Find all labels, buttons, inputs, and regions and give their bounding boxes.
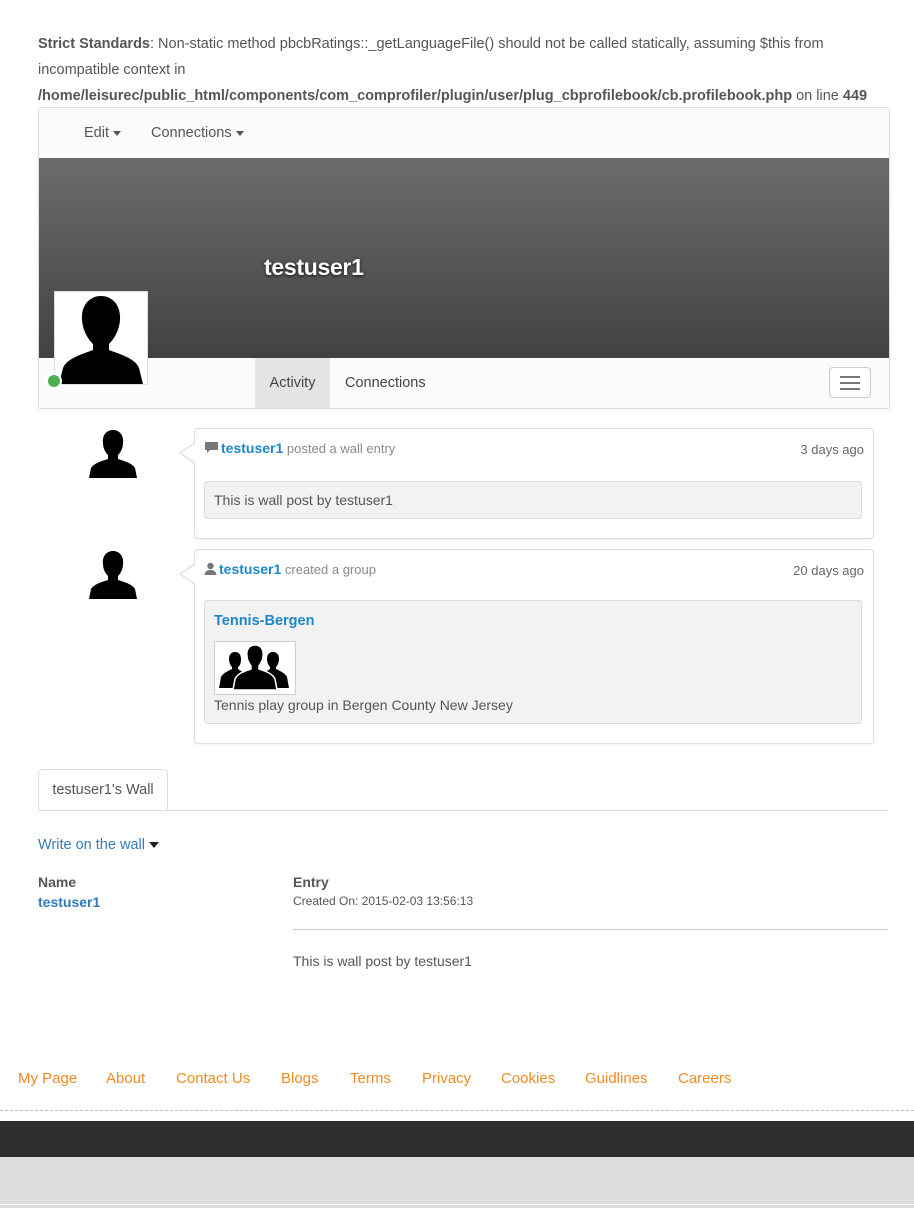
activity-time: 3 days ago [800,442,864,457]
footer-grey-bar [0,1157,914,1208]
footer-link-about[interactable]: About [106,1070,145,1087]
footer-link-careers[interactable]: Careers [678,1070,731,1087]
profile-header: Edit Connections testuser1 Activity Conn… [38,107,890,409]
comment-icon [205,442,218,453]
entry-divider [293,929,888,930]
footer-link-contact-us[interactable]: Contact Us [176,1070,250,1087]
footer-link-cookies[interactable]: Cookies [501,1070,555,1087]
group-preview: Tennis-Bergen Tennis play group in Berge… [204,600,862,724]
tab-activity[interactable]: Activity [255,358,330,408]
activity-card: testuser1 created a group 20 days ago Te… [179,549,874,744]
profile-tab-bar: Activity Connections [39,358,889,408]
footer-link-privacy[interactable]: Privacy [422,1070,471,1087]
wall-post-preview: This is wall post by testuser1 [204,481,862,519]
group-thumbnail[interactable] [214,641,296,695]
user-silhouette-icon [59,296,143,384]
footer-link-blogs[interactable]: Blogs [281,1070,319,1087]
footer-link-my-page[interactable]: My Page [18,1070,77,1087]
profile-avatar[interactable] [54,291,148,385]
user-silhouette-icon [89,430,137,478]
caret-down-icon [113,130,121,136]
wall-entry-created-date: Created On: 2015-02-03 13:56:13 [293,894,474,908]
activity-avatar[interactable] [86,428,140,478]
warning-line-number: 449 [842,88,868,104]
write-on-wall-label: Write on the wall [38,837,145,853]
cover-photo: testuser1 [39,158,889,358]
wall-entry-text: This is wall post by testuser1 [293,953,472,969]
write-on-wall-button[interactable]: Write on the wall [38,837,159,853]
footer-divider [0,1110,914,1111]
profile-top-nav: Edit Connections [39,108,889,158]
menu-toggle-button[interactable] [829,367,871,398]
warning-label: Strict Standards [38,36,150,52]
php-warning: Strict Standards: Non-static method pbcb… [38,31,878,109]
connections-menu-label: Connections [151,125,232,141]
activity-action: posted a wall entry [286,441,396,456]
wall-entry-author-link[interactable]: testuser1 [38,894,100,910]
footer-link-terms[interactable]: Terms [350,1070,391,1087]
online-status-icon [46,373,62,389]
group-name-link[interactable]: Tennis-Bergen [214,613,314,629]
user-icon [204,562,217,575]
profile-username: testuser1 [264,254,364,280]
tab-wall[interactable]: testuser1's Wall [38,769,168,810]
column-header-entry: Entry [293,874,329,890]
activity-header: testuser1 posted a wall entry [204,440,395,456]
edit-menu-label: Edit [84,125,109,141]
warning-message-line: on line [792,88,843,104]
activity-time: 20 days ago [793,563,864,578]
warning-path: /home/leisurec/public_html/components/co… [38,88,793,104]
caret-down-icon [148,842,159,849]
activity-action: created a group [284,562,376,577]
group-description: Tennis play group in Bergen County New J… [214,697,513,713]
activity-card: testuser1 posted a wall entry 3 days ago… [179,428,874,539]
activity-user-link[interactable]: testuser1 [219,561,281,577]
tab-connections[interactable]: Connections [345,358,426,408]
footer-link-guidlines[interactable]: Guidlines [585,1070,648,1087]
activity-avatar[interactable] [86,549,140,599]
warning-message: : Non-static method pbcbRatings::_getLan… [38,36,824,78]
activity-header: testuser1 created a group [204,561,376,577]
footer-dark-bar [0,1121,914,1157]
caret-down-icon [235,130,244,136]
tab-divider [38,810,888,811]
connections-menu[interactable]: Connections [151,125,244,141]
group-people-icon [219,644,289,691]
activity-user-link[interactable]: testuser1 [221,440,283,456]
edit-menu[interactable]: Edit [84,125,121,141]
column-header-name: Name [38,874,77,890]
user-silhouette-icon [89,551,137,599]
